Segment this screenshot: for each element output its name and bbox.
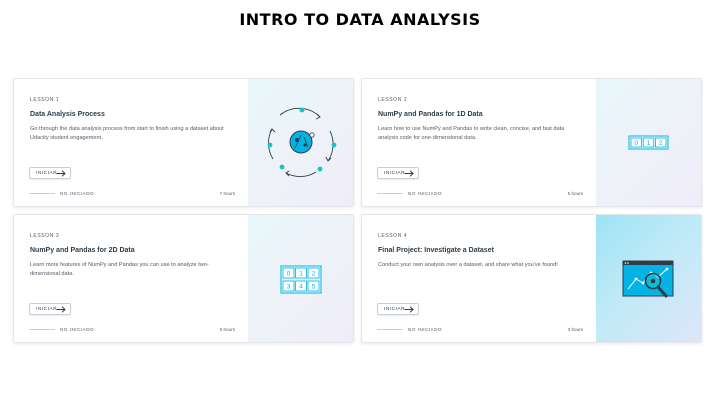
lesson-card-3[interactable]: LESSON 3 NumPy and Pandas for 2D Data Le… xyxy=(13,214,354,343)
array-cell: 1 xyxy=(299,271,303,278)
lesson-title[interactable]: NumPy and Pandas for 1D Data xyxy=(378,111,483,118)
lesson-duration: 5 hours xyxy=(567,191,583,196)
page-title: INTRO TO DATA ANALYSIS xyxy=(239,10,481,29)
array-cell: 1 xyxy=(647,140,651,147)
arrow-right-icon xyxy=(404,306,414,313)
lesson-duration: 7 hours xyxy=(219,191,235,196)
array-cell: 2 xyxy=(312,271,316,278)
lesson-card-body: LESSON 1 Data Analysis Process Go throug… xyxy=(14,79,250,206)
progress-bar xyxy=(377,193,403,194)
lesson-description: Conduct your own analysis over a dataset… xyxy=(378,262,558,268)
lesson-art xyxy=(596,215,701,342)
lesson-description: Learn more features of NumPy and Pandas … xyxy=(30,262,209,277)
progress-bar xyxy=(29,193,55,194)
lesson-number: LESSON 2 xyxy=(378,97,408,103)
arrow-right-icon xyxy=(404,170,414,177)
array-2d-icon: 0 1 2 3 4 5 xyxy=(280,265,322,294)
array-cell: 3 xyxy=(287,284,291,291)
array-1d-icon: 0 1 2 xyxy=(628,135,669,150)
lesson-status: NO INICIADO xyxy=(408,191,443,196)
start-button-label: INICIAR xyxy=(36,306,58,312)
lesson-card-body: LESSON 3 NumPy and Pandas for 2D Data Le… xyxy=(14,215,250,342)
lesson-title[interactable]: Data Analysis Process xyxy=(30,111,105,118)
lesson-status: NO INICIADO xyxy=(60,327,95,332)
lesson-description: Go through the data analysis process fro… xyxy=(30,126,224,141)
lesson-title[interactable]: Final Project: Investigate a Dataset xyxy=(378,247,494,254)
lesson-art: 0 1 2 xyxy=(596,79,701,206)
chart-magnifier-icon xyxy=(622,260,674,298)
array-cell: 0 xyxy=(287,271,291,278)
lesson-duration: 5 hours xyxy=(219,327,235,332)
lesson-number: LESSON 3 xyxy=(30,233,60,239)
start-button-label: INICIAR xyxy=(384,170,406,176)
lesson-description: Learn how to use NumPy and Pandas to wri… xyxy=(378,126,565,141)
lesson-status: NO INICIADO xyxy=(60,191,95,196)
start-lesson-button[interactable]: INICIAR xyxy=(377,167,419,179)
start-lesson-button[interactable]: INICIAR xyxy=(29,167,71,179)
array-cell: 2 xyxy=(659,140,663,147)
start-button-label: INICIAR xyxy=(36,170,58,176)
lesson-status: NO INICIADO xyxy=(408,327,443,332)
arrow-right-icon xyxy=(56,306,66,313)
lesson-card-1[interactable]: LESSON 1 Data Analysis Process Go throug… xyxy=(13,78,354,207)
lesson-card-4[interactable]: LESSON 4 Final Project: Investigate a Da… xyxy=(361,214,702,343)
lesson-number: LESSON 4 xyxy=(378,233,408,239)
lesson-card-body: LESSON 2 NumPy and Pandas for 1D Data Le… xyxy=(362,79,598,206)
lesson-card-2[interactable]: LESSON 2 NumPy and Pandas for 1D Data Le… xyxy=(361,78,702,207)
start-lesson-button[interactable]: INICIAR xyxy=(29,303,71,315)
array-cell: 0 xyxy=(634,140,638,147)
arrow-right-icon xyxy=(56,170,66,177)
lesson-number: LESSON 1 xyxy=(30,97,60,103)
array-cell: 5 xyxy=(312,284,316,291)
progress-bar xyxy=(29,329,55,330)
start-lesson-button[interactable]: INICIAR xyxy=(377,303,419,315)
lesson-art: 0 1 2 3 4 5 xyxy=(248,215,353,342)
lesson-card-body: LESSON 4 Final Project: Investigate a Da… xyxy=(362,215,598,342)
array-cell: 4 xyxy=(299,284,303,291)
lesson-art xyxy=(248,79,353,206)
lesson-duration: 3 hours xyxy=(567,327,583,332)
data-cycle-icon xyxy=(267,107,337,177)
progress-bar xyxy=(377,329,403,330)
start-button-label: INICIAR xyxy=(384,306,406,312)
lesson-title[interactable]: NumPy and Pandas for 2D Data xyxy=(30,247,135,254)
